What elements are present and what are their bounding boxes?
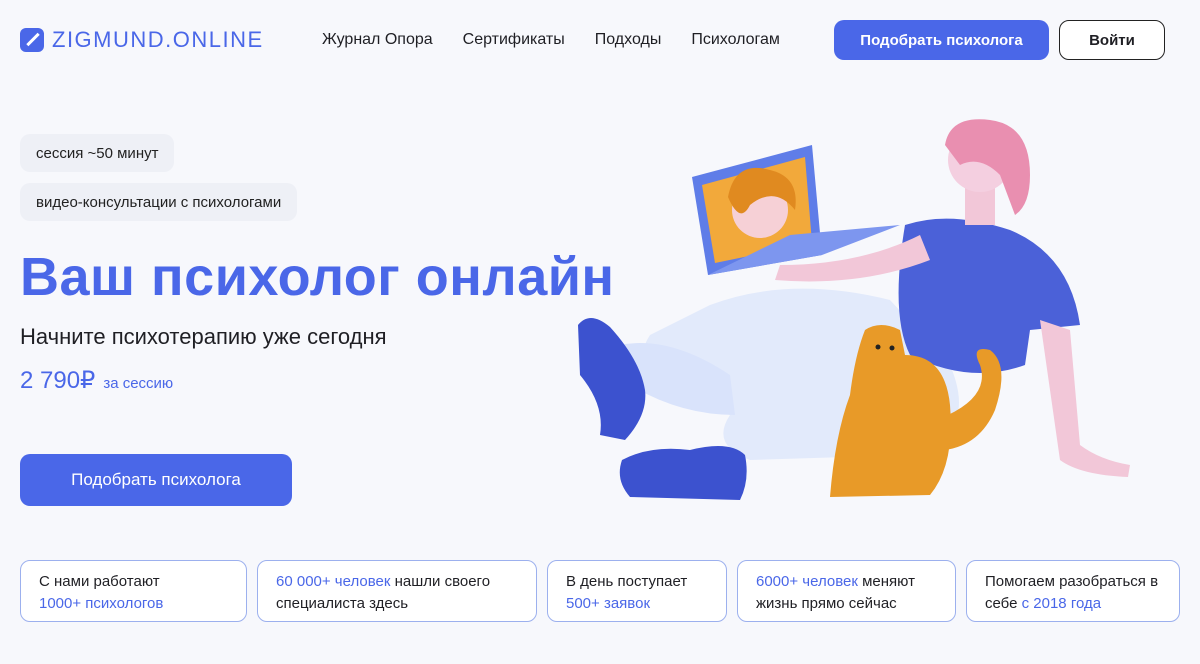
find-psychologist-header-button[interactable]: Подобрать психолога — [834, 20, 1049, 60]
session-duration-badge: сессия ~50 минут — [20, 134, 175, 172]
video-consultation-badge: видео-консультации с психологами — [20, 183, 298, 221]
stat-highlight: 60 000+ человек — [276, 573, 391, 590]
main-nav: Журнал Опора Сертификаты Подходы Психоло… — [322, 31, 810, 49]
nav-for-psychologists-link[interactable]: Психологам — [691, 31, 780, 49]
price-value: 2 790₽ — [20, 367, 96, 394]
stat-changing-lives: 6000+ человек меняют жизнь прямо сейчас — [737, 560, 956, 622]
logo[interactable]: ZIGMUND.ONLINE — [20, 27, 264, 53]
find-psychologist-hero-button[interactable]: Подобрать психолога — [20, 454, 292, 506]
stat-highlight: с 2018 года — [1021, 595, 1102, 612]
stat-text: С нами работают — [39, 573, 160, 590]
nav-journal-link[interactable]: Журнал Опора — [322, 31, 433, 49]
price: 2 790₽ за сессию — [20, 366, 173, 395]
nav-approaches-link[interactable]: Подходы — [595, 31, 662, 49]
login-button[interactable]: Войти — [1059, 20, 1165, 60]
stat-text: В день поступает — [566, 573, 688, 590]
stat-since-year: Помогаем разобраться в себе с 2018 года — [966, 560, 1180, 622]
woman-laptop-cat-illustration — [578, 119, 1130, 500]
nav-certificates-link[interactable]: Сертификаты — [463, 31, 565, 49]
zigmund-logo-icon — [20, 28, 44, 52]
stat-highlight: 6000+ человек — [756, 573, 858, 590]
stat-psychologists: С нами работают 1000+ психологов — [20, 560, 247, 622]
stat-highlight: 1000+ психологов — [39, 595, 164, 612]
price-unit: за сессию — [103, 375, 174, 392]
stat-daily-requests: В день поступает 500+ заявок — [547, 560, 727, 622]
stat-found-specialist: 60 000+ человек нашли своего специалиста… — [257, 560, 537, 622]
stat-highlight: 500+ заявок — [566, 595, 651, 612]
hero-subtitle: Начните психотерапию уже сегодня — [20, 324, 387, 349]
logo-text: ZIGMUND.ONLINE — [52, 27, 264, 52]
hero-title: Ваш психолог онлайн — [20, 247, 615, 307]
